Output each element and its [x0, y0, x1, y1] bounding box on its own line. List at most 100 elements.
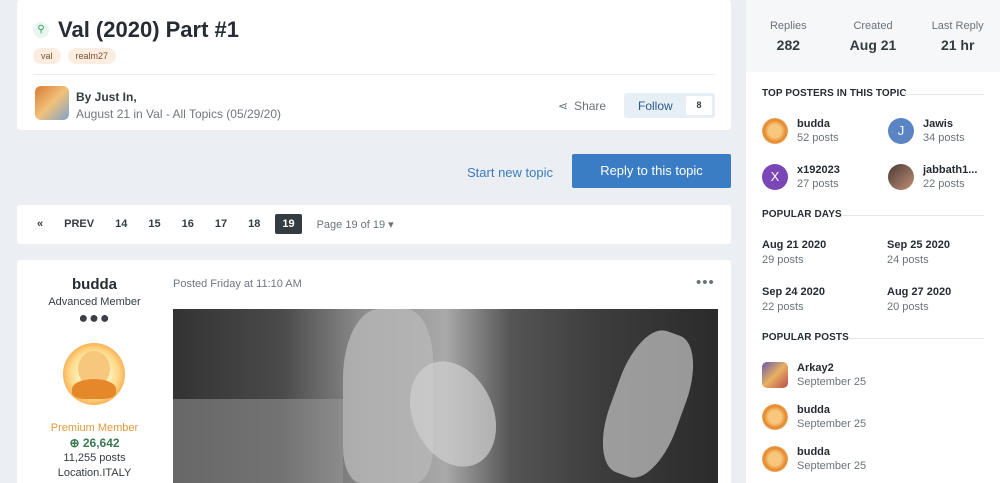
follow-button[interactable]: Follow 8 — [624, 93, 715, 118]
poster-name[interactable]: jabbath1... — [923, 164, 977, 176]
reputation-value: 26,642 — [82, 436, 120, 450]
day-posts: 24 posts — [887, 254, 929, 266]
stat-last-reply: Last Reply 21 hr — [915, 0, 1000, 72]
day-posts: 22 posts — [762, 301, 804, 313]
sidebar: Replies 282 Created Aug 21 Last Reply 21… — [746, 0, 1000, 483]
double-chevron-left-icon[interactable]: « — [31, 214, 49, 234]
share-button[interactable]: ⋖ Share — [558, 99, 606, 113]
page-link[interactable]: 16 — [176, 214, 200, 234]
day-posts: 20 posts — [887, 301, 929, 313]
top-poster[interactable]: X x192023 27 posts — [762, 164, 840, 190]
post-author-rank: Advanced Member — [48, 296, 141, 308]
tag[interactable]: val — [33, 48, 61, 64]
topic-title: Val (2020) Part #1 — [58, 17, 240, 42]
stat-label: Last Reply — [931, 20, 984, 32]
prev-page-button[interactable]: PREV — [58, 214, 100, 234]
share-label: Share — [574, 99, 607, 113]
avatar[interactable] — [762, 446, 788, 472]
pin-icon: ⚲ — [33, 22, 49, 38]
avatar[interactable] — [888, 164, 914, 190]
page-jump-dropdown[interactable]: Page 19 of 19 ▾ — [317, 218, 394, 231]
share-icon: ⋖ — [558, 99, 569, 113]
poster-count: 52 posts — [797, 132, 839, 144]
popular-posts-title: POPULAR POSTS — [762, 332, 849, 343]
avatar[interactable]: X — [762, 164, 788, 190]
post-count: 11,255 posts — [63, 452, 126, 464]
stat-created: Created Aug 21 — [831, 0, 916, 72]
day-date[interactable]: Aug 27 2020 — [887, 286, 951, 298]
reply-button[interactable]: Reply to this topic — [572, 154, 731, 188]
tag-list: val realm27 — [33, 48, 117, 64]
popular-post[interactable]: budda September 25 — [762, 404, 866, 430]
page-link[interactable]: 18 — [242, 214, 266, 234]
popular-post-date: September 25 — [797, 418, 867, 430]
poster-count: 34 posts — [923, 132, 965, 144]
follow-label: Follow — [638, 98, 673, 113]
start-new-topic-link[interactable]: Start new topic — [467, 165, 553, 180]
member-group: Premium Member — [50, 422, 139, 434]
stat-label: Created — [853, 20, 893, 32]
rank-dots-icon: ●●● — [78, 310, 111, 327]
divider — [902, 94, 984, 95]
byline[interactable]: By Just In, — [76, 90, 137, 104]
top-posters-title: TOP POSTERS IN THIS TOPIC — [762, 88, 907, 99]
post: budda Advanced Member ●●● Premium Member… — [17, 260, 731, 483]
post-image[interactable] — [173, 309, 718, 483]
topic-header: ⚲ Val (2020) Part #1 val realm27 By Just… — [17, 0, 731, 130]
avatar[interactable] — [762, 118, 788, 144]
post-author-name[interactable]: budda — [17, 276, 172, 293]
page-link[interactable]: 17 — [209, 214, 233, 234]
avatar[interactable] — [63, 343, 125, 405]
popular-post-author[interactable]: budda — [797, 404, 866, 416]
popular-day[interactable]: Aug 27 2020 20 posts — [887, 286, 951, 313]
popular-days-title: POPULAR DAYS — [762, 209, 842, 220]
page-link[interactable]: 14 — [109, 214, 133, 234]
top-poster[interactable]: jabbath1... 22 posts — [888, 164, 977, 190]
poster-count: 27 posts — [797, 178, 839, 190]
pagination: « PREV 14 15 16 17 18 19 Page 19 of 19 ▾ — [17, 205, 731, 244]
popular-post-author[interactable]: Arkay2 — [797, 362, 866, 374]
stat-replies: Replies 282 — [746, 0, 831, 72]
avatar[interactable]: J — [888, 118, 914, 144]
post-author-panel: budda Advanced Member ●●● Premium Member… — [17, 260, 172, 483]
popular-post[interactable]: Arkay2 September 25 — [762, 362, 866, 388]
popular-day[interactable]: Sep 24 2020 22 posts — [762, 286, 825, 313]
avatar[interactable] — [35, 86, 69, 120]
top-poster[interactable]: J Jawis 34 posts — [888, 118, 965, 144]
day-date[interactable]: Sep 25 2020 — [887, 239, 950, 251]
byline-meta: August 21 in Val - All Topics (05/29/20) — [76, 107, 282, 121]
post-timestamp[interactable]: Posted Friday at 11:10 AM — [173, 278, 302, 290]
popular-post-date: September 25 — [797, 376, 867, 388]
author-location: Location.ITALY — [57, 467, 132, 479]
popular-post-date: September 25 — [797, 460, 867, 472]
topic-stats: Replies 282 Created Aug 21 Last Reply 21… — [746, 0, 1000, 72]
day-posts: 29 posts — [762, 254, 804, 266]
avatar[interactable] — [762, 362, 788, 388]
poster-name[interactable]: budda — [797, 118, 839, 130]
tag[interactable]: realm27 — [67, 48, 117, 64]
stat-label: Replies — [769, 20, 807, 32]
day-date[interactable]: Aug 21 2020 — [762, 239, 826, 251]
popular-post[interactable]: budda September 25 — [762, 446, 866, 472]
stat-value: 282 — [776, 37, 801, 53]
poster-name[interactable]: x192023 — [797, 164, 840, 176]
stat-value: Aug 21 — [849, 37, 897, 53]
popular-day[interactable]: Aug 21 2020 29 posts — [762, 239, 826, 266]
plus-circle-icon: ⊕ — [69, 436, 83, 450]
popular-day[interactable]: Sep 25 2020 24 posts — [887, 239, 950, 266]
poster-count: 22 posts — [923, 178, 965, 190]
divider — [33, 74, 715, 75]
top-poster[interactable]: budda 52 posts — [762, 118, 839, 144]
page-link[interactable]: 15 — [142, 214, 166, 234]
reputation-badge: ⊕ 26,642 — [17, 436, 172, 450]
poster-name[interactable]: Jawis — [923, 118, 965, 130]
current-page[interactable]: 19 — [275, 214, 302, 234]
caret-down-icon: ▾ — [388, 218, 394, 231]
avatar[interactable] — [762, 404, 788, 430]
more-options-icon[interactable]: ••• — [696, 274, 715, 291]
popular-post-author[interactable]: budda — [797, 446, 866, 458]
divider — [848, 338, 984, 339]
divider — [842, 215, 984, 216]
page-info: Page 19 of 19 — [316, 218, 386, 231]
day-date[interactable]: Sep 24 2020 — [762, 286, 825, 298]
